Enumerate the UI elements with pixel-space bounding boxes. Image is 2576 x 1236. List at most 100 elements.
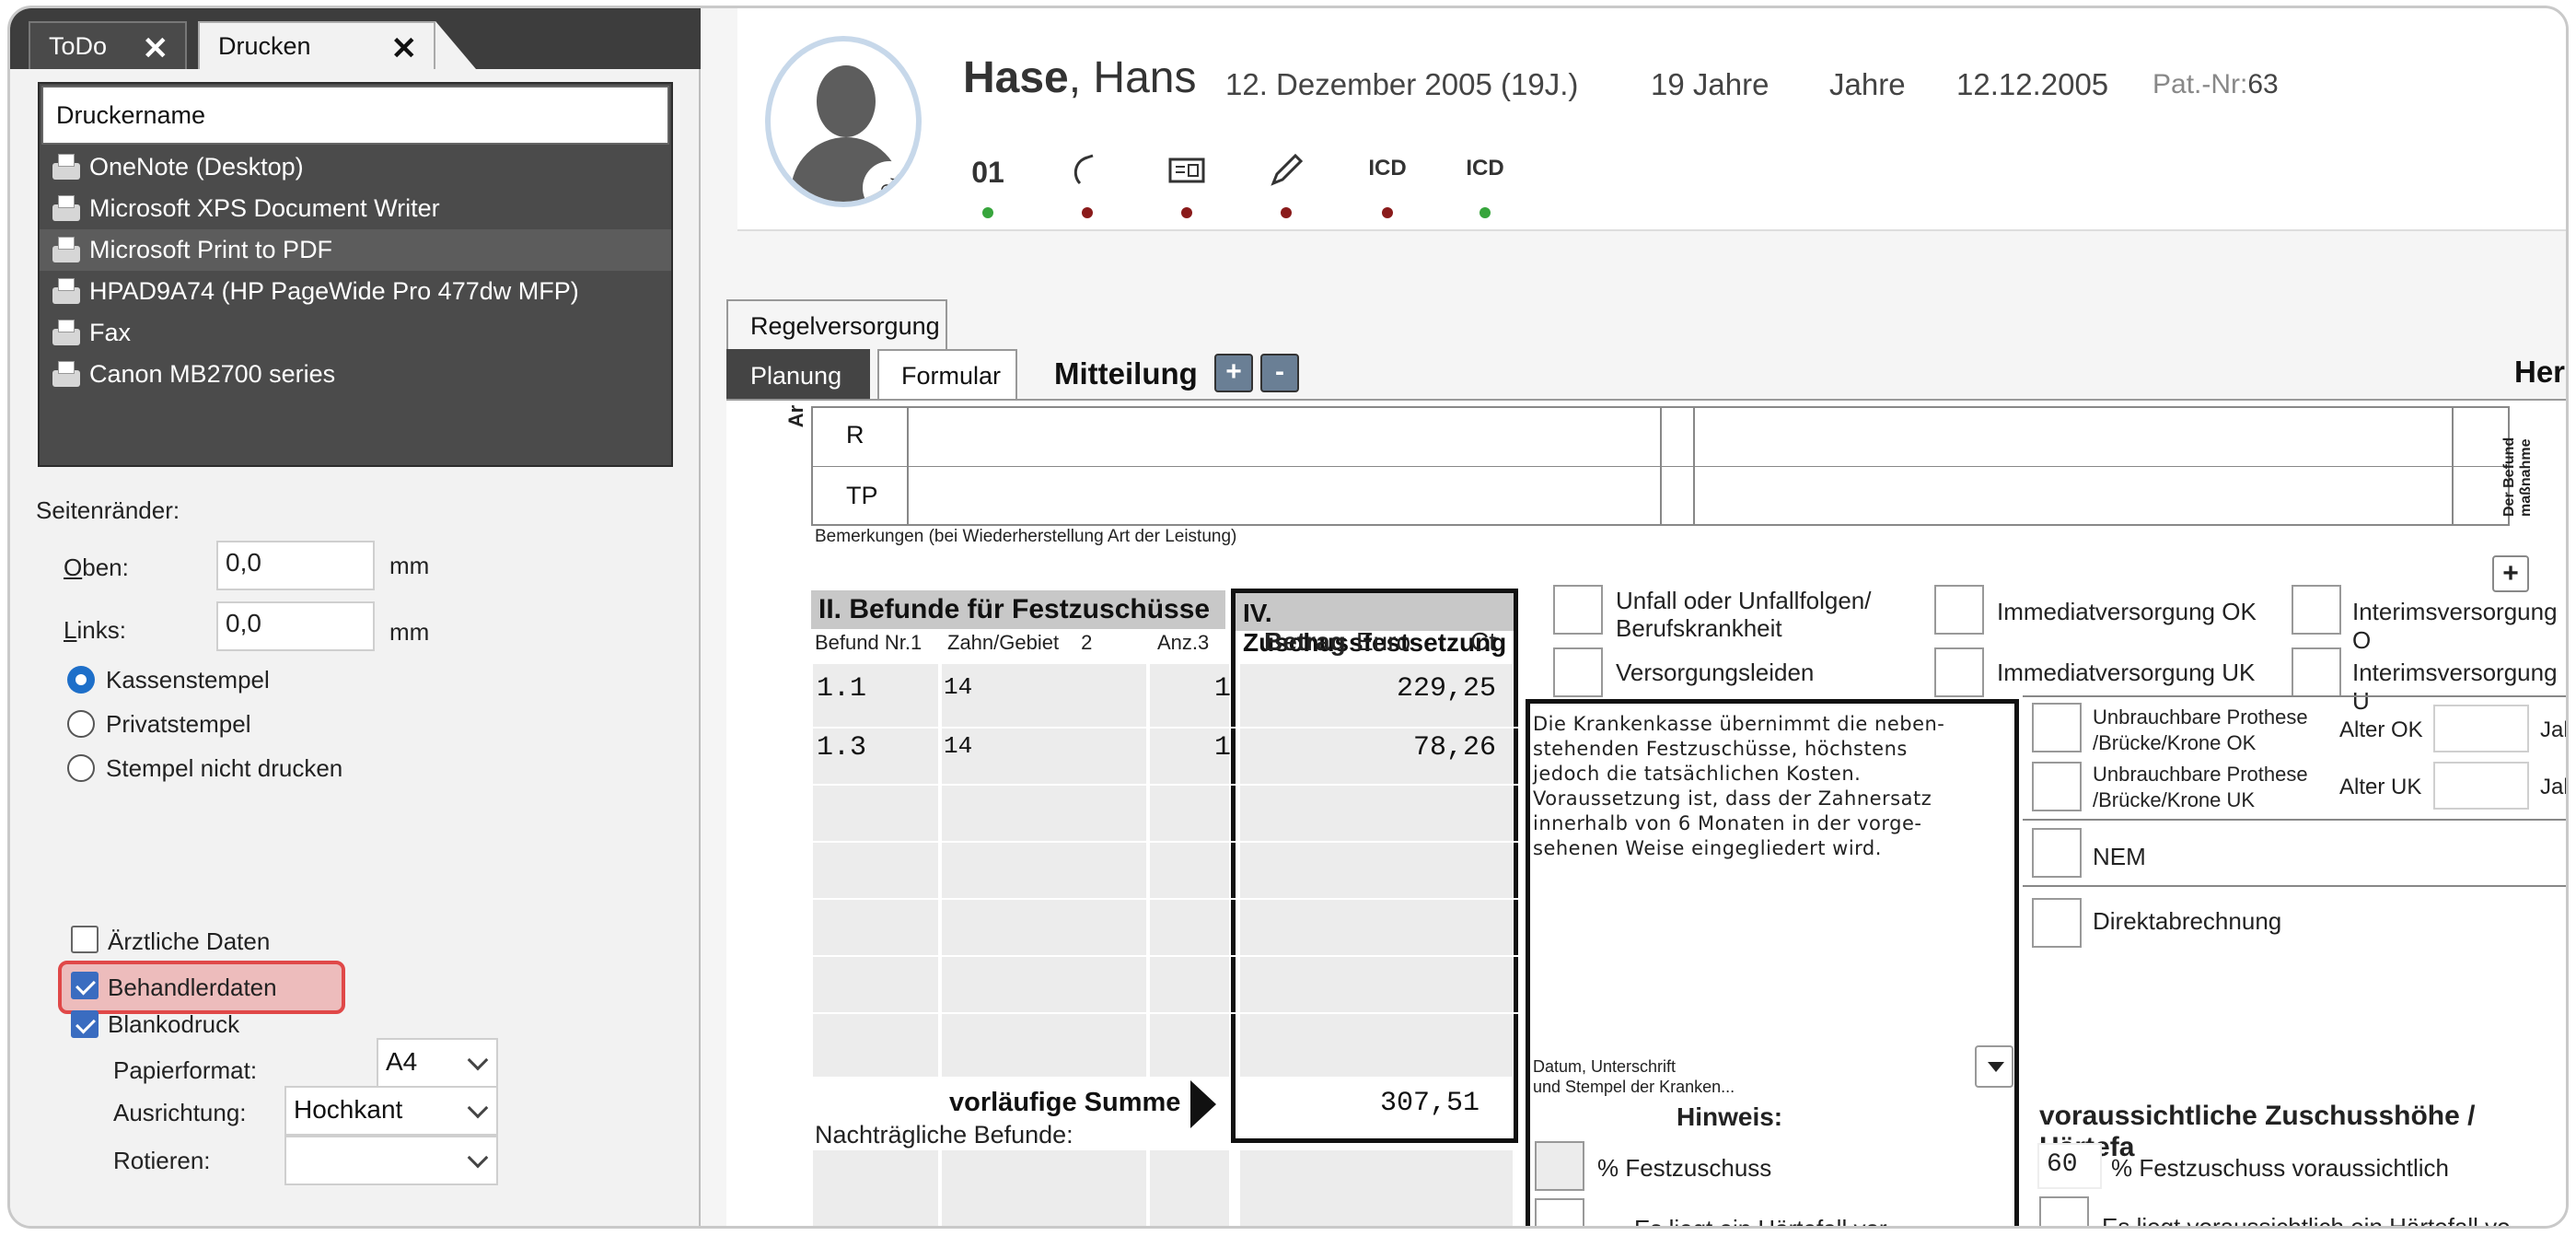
checkbox-aerztliche-daten[interactable] <box>71 926 99 953</box>
checkbox-unbrauchbar-uk[interactable] <box>2032 762 2082 811</box>
chevron-down-icon <box>467 1097 489 1119</box>
befund-zahn: 14 <box>944 673 973 701</box>
befund-anz: 1 <box>1214 673 1232 705</box>
interims-ok-label: Interimsversorgung O <box>2352 598 2558 654</box>
radio-privatstempel-label: Privatstempel <box>106 710 251 738</box>
phone-icon[interactable] <box>1060 152 1115 195</box>
checkbox-unfall[interactable] <box>1553 585 1603 635</box>
left-margin-input[interactable]: 0,0 <box>216 601 375 651</box>
krankenkasse-text: Die Krankenkasse übernimmt die neben- st… <box>1533 713 1945 859</box>
col-zahn: Zahn/Gebiet 2 <box>947 631 1093 654</box>
checkbox-immediat-uk[interactable] <box>1934 647 1984 697</box>
print-panel: ToDo ✕ Drucken ✕ Druckername OneNote (De… <box>10 8 701 1226</box>
add-row-button[interactable]: + <box>2492 555 2529 592</box>
printer-item[interactable]: Microsoft XPS Document Writer <box>40 188 671 229</box>
left-margin-label: Links: <box>64 616 126 644</box>
papierformat-select[interactable]: A4 <box>377 1038 498 1088</box>
chevron-down-icon <box>467 1147 489 1169</box>
arrow-right-icon <box>1190 1080 1216 1128</box>
checkbox-interims-uk[interactable] <box>2292 647 2341 697</box>
alter-uk-input[interactable] <box>2433 762 2529 810</box>
checkbox-direktabrechnung[interactable] <box>2032 898 2082 948</box>
tab-drucken[interactable]: Drucken ✕ <box>198 21 476 69</box>
status-dot <box>982 207 993 218</box>
tab-todo[interactable]: ToDo ✕ <box>29 21 187 69</box>
status-dot <box>1181 207 1192 218</box>
checkbox-interims-ok[interactable] <box>2292 585 2341 635</box>
checkbox-blankodruck[interactable] <box>71 1010 99 1038</box>
close-icon[interactable]: ✕ <box>143 30 169 67</box>
ausrichtung-select[interactable]: Hochkant <box>284 1086 498 1136</box>
male-icon: ♂ <box>863 161 916 202</box>
top-margin-label: Oben: <box>64 554 129 581</box>
icd-icon[interactable]: ICD <box>1360 156 1415 181</box>
alter-uk-label: Alter UK <box>2339 775 2422 799</box>
checkbox-behandlerdaten-label: Behandlerdaten <box>108 974 277 1001</box>
margins-title: Seitenränder: <box>36 496 180 524</box>
printer-item[interactable]: Canon MB2700 series <box>40 354 671 395</box>
top-margin-input[interactable]: 0,0 <box>216 541 375 590</box>
befund-zahn: 14 <box>944 732 973 760</box>
hinweis-title: Hinweis: <box>1677 1102 1783 1131</box>
checkbox-behandlerdaten[interactable] <box>71 972 99 999</box>
dropdown-button[interactable] <box>1975 1045 2013 1088</box>
checkbox-nem[interactable] <box>2032 828 2082 878</box>
printer-icon <box>51 359 84 391</box>
checkbox-versorgungsleiden[interactable] <box>1553 647 1603 697</box>
printer-icon <box>51 152 84 183</box>
tab-regelversorgung[interactable]: Regelversorgung <box>726 299 947 351</box>
patient-name: Hase, Hans <box>963 53 1197 102</box>
icd-icon[interactable]: ICD <box>1457 156 1513 181</box>
voraussichtlich-input[interactable]: 60 <box>2037 1143 2102 1189</box>
tab-formular[interactable]: Formular <box>877 349 1017 401</box>
bemerkungen-label: Bemerkungen (bei Wiederherstellung Art d… <box>815 527 1237 546</box>
chevron-down-icon <box>467 1049 489 1071</box>
add-button[interactable]: + <box>1214 354 1253 392</box>
befund-nr: 1.3 <box>817 732 867 764</box>
zuschuss-title: IV. Zuschussfestsetzung <box>1231 589 1518 657</box>
checkbox-voraussichtlich-haertefall[interactable] <box>2039 1196 2089 1226</box>
radio-kassenstempel[interactable] <box>67 666 95 694</box>
festzuschuss-input[interactable] <box>1535 1141 1584 1191</box>
app-window: ToDo ✕ Drucken ✕ Druckername OneNote (De… <box>7 6 2569 1229</box>
printer-item[interactable]: HPAD9A74 (HP PageWide Pro 477dw MFP) <box>40 271 671 312</box>
tab-planung[interactable]: Planung <box>726 349 870 401</box>
immediat-uk-label: Immediatversorgung UK <box>1997 659 2256 686</box>
befund-betrag: 78,26 <box>1413 732 1497 764</box>
festzuschuss-label: % Festzuschuss <box>1597 1154 1772 1182</box>
checkbox-haertefall[interactable] <box>1535 1198 1584 1226</box>
grid-row-label: TP <box>846 482 878 509</box>
radio-stempel-nicht-drucken-label: Stempel nicht drucken <box>106 754 343 782</box>
befunde-title: II. Befunde für Festzuschüsse <box>811 590 1225 629</box>
printer-icon <box>51 276 84 308</box>
radio-stempel-nicht-drucken[interactable] <box>67 754 95 782</box>
patient-number: Pat.-Nr:63 <box>2152 69 2279 99</box>
immediat-ok-label: Immediatversorgung OK <box>1997 598 2257 625</box>
card-icon[interactable] <box>1159 156 1214 192</box>
printer-list[interactable]: Druckername OneNote (Desktop) Microsoft … <box>38 82 673 467</box>
avatar[interactable]: ♂ <box>765 36 922 207</box>
jahre-ok-label: Jah <box>2540 717 2566 742</box>
checkbox-unbrauchbar-ok[interactable] <box>2032 703 2082 752</box>
pencil-icon[interactable] <box>1259 152 1314 195</box>
patient-age-unit: Jahre <box>1829 67 1906 101</box>
nachtraeglich-label: Nachträgliche Befunde: <box>815 1121 1073 1149</box>
checkbox-immediat-ok[interactable] <box>1934 585 1984 635</box>
col-befund-nr: Befund Nr.1 <box>815 631 922 654</box>
close-icon[interactable]: ✕ <box>391 30 418 67</box>
rotieren-select[interactable] <box>284 1136 498 1185</box>
printer-item[interactable]: OneNote (Desktop) <box>40 146 671 188</box>
befund-anz: 1 <box>1214 732 1232 764</box>
tooth-grid: R TP <box>811 406 2510 526</box>
remove-button[interactable]: - <box>1260 354 1299 392</box>
alter-ok-input[interactable] <box>2433 705 2529 752</box>
radio-kassenstempel-label: Kassenstempel <box>106 666 270 694</box>
radio-privatstempel[interactable] <box>67 710 95 738</box>
checkbox-aerztliche-daten-label: Ärztliche Daten <box>108 927 271 955</box>
patient-header: ♂ Hase, Hans 12. Dezember 2005 (19J.) 19… <box>737 8 2566 231</box>
insurance-number-icon[interactable]: 01 <box>960 156 1015 190</box>
printer-icon <box>51 318 84 349</box>
printer-item-selected[interactable]: Microsoft Print to PDF <box>40 229 671 271</box>
printer-list-header[interactable]: Druckername <box>41 86 669 145</box>
printer-item[interactable]: Fax <box>40 312 671 354</box>
